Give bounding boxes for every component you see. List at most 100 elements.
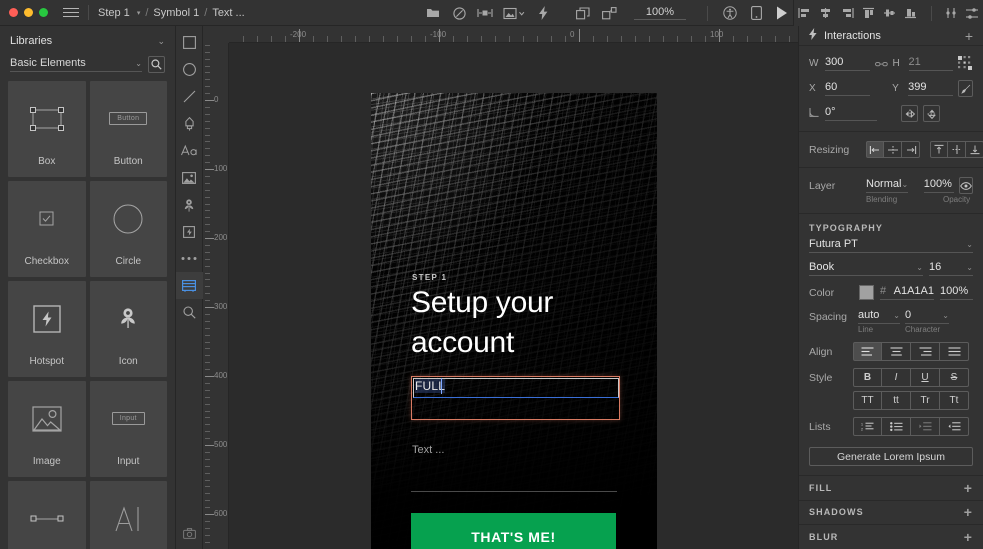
- resize-horizontal-icon[interactable]: [884, 141, 902, 159]
- align-bottom-icon[interactable]: [900, 0, 921, 26]
- generate-lorem-ipsum-button[interactable]: Generate Lorem Ipsum: [809, 447, 973, 466]
- eye-icon[interactable]: [959, 177, 973, 195]
- accessibility-icon[interactable]: [717, 0, 743, 26]
- ordered-list-icon[interactable]: 12: [853, 417, 882, 437]
- indent-increase-icon[interactable]: [911, 417, 940, 437]
- titlecase-button[interactable]: Tr: [911, 391, 940, 411]
- rectangle-tool[interactable]: [176, 29, 203, 56]
- color-opacity-input[interactable]: 100%: [940, 285, 973, 301]
- artboard-subtext[interactable]: Text ...: [412, 444, 444, 456]
- color-hex-input[interactable]: # A1A1A1: [880, 285, 934, 301]
- plus-icon[interactable]: +: [965, 29, 973, 43]
- align-text-justify-icon[interactable]: [940, 342, 969, 362]
- sentencecase-button[interactable]: Tt: [940, 391, 969, 411]
- link-icon[interactable]: [874, 59, 888, 69]
- uppercase-button[interactable]: TT: [853, 391, 882, 411]
- image-tool[interactable]: [176, 164, 203, 191]
- corner-radius-icon[interactable]: [958, 55, 973, 72]
- magic-wand-icon[interactable]: [958, 80, 974, 98]
- library-item-icon[interactable]: Icon: [89, 281, 167, 377]
- pin-right-icon[interactable]: [902, 141, 920, 159]
- device-preview-icon[interactable]: [743, 0, 769, 26]
- library-item-input[interactable]: Input Input: [89, 381, 167, 477]
- library-item-box[interactable]: Box: [8, 81, 86, 177]
- more-tools[interactable]: [176, 245, 203, 272]
- maximize-window-button[interactable]: [39, 8, 48, 17]
- hamburger-icon[interactable]: [63, 8, 79, 17]
- close-window-button[interactable]: [9, 8, 18, 17]
- resize-vertical-icon[interactable]: [948, 141, 966, 159]
- character-spacing-select[interactable]: 0 ⌄: [905, 309, 949, 325]
- blur-section-header[interactable]: BLUR +: [799, 524, 983, 549]
- library-select[interactable]: Basic Elements ⌄: [10, 57, 142, 72]
- canvas-viewport[interactable]: STEP 1 Setup your account FULL Text ... …: [229, 43, 798, 549]
- chevron-down-icon[interactable]: ▾: [137, 9, 141, 17]
- indent-decrease-icon[interactable]: [940, 417, 969, 437]
- library-item-hotspot[interactable]: Hotspot: [8, 281, 86, 377]
- x-input[interactable]: 60: [825, 81, 870, 97]
- y-input[interactable]: 399: [908, 81, 954, 97]
- library-item-circle[interactable]: Circle: [89, 181, 167, 277]
- align-text-right-icon[interactable]: [911, 342, 940, 362]
- fill-section-header[interactable]: FILL +: [799, 474, 983, 500]
- lowercase-button[interactable]: tt: [882, 391, 911, 411]
- align-top-icon[interactable]: [858, 0, 879, 26]
- symbol-tool[interactable]: [175, 272, 203, 299]
- unordered-list-icon[interactable]: [882, 417, 911, 437]
- image-placeholder-icon[interactable]: [498, 0, 530, 26]
- pin-top-icon[interactable]: [930, 141, 948, 159]
- duplicate-icon[interactable]: [570, 0, 596, 26]
- zoom-tool[interactable]: [176, 299, 203, 326]
- canvas-area[interactable]: -200 -100 0 100 200 300 400 500 0 100 200 300 400 50…: [203, 26, 798, 549]
- distribute-settings-icon[interactable]: [962, 0, 983, 26]
- pen-tool[interactable]: [176, 110, 203, 137]
- icon-tool[interactable]: [176, 191, 203, 218]
- line-tool[interactable]: [176, 83, 203, 110]
- height-input[interactable]: 21: [908, 56, 953, 72]
- zoom-level-input[interactable]: 100%: [634, 6, 686, 20]
- breadcrumb-item-symbol[interactable]: Symbol 1: [153, 7, 199, 19]
- italic-button[interactable]: I: [882, 368, 911, 388]
- align-middle-vertical-icon[interactable]: [879, 0, 900, 26]
- strikethrough-button[interactable]: S: [940, 368, 969, 388]
- text-tool[interactable]: [176, 137, 203, 164]
- font-weight-select[interactable]: Book ⌄: [809, 261, 923, 277]
- font-size-select[interactable]: 16 ⌄: [929, 261, 973, 277]
- library-item-button[interactable]: Button Button: [89, 81, 167, 177]
- breadcrumb-item-text[interactable]: Text ...: [212, 7, 244, 19]
- align-text-left-icon[interactable]: [853, 342, 882, 362]
- minimize-window-button[interactable]: [24, 8, 33, 17]
- cta-button[interactable]: THAT'S ME!: [411, 513, 616, 549]
- shadows-section-header[interactable]: SHADOWS +: [799, 499, 983, 525]
- library-item-text[interactable]: Text: [89, 481, 167, 549]
- folder-icon[interactable]: [420, 0, 446, 26]
- library-item-line[interactable]: Line: [8, 481, 86, 549]
- align-center-horizontal-icon[interactable]: [815, 0, 836, 26]
- slash-circle-icon[interactable]: [446, 0, 472, 26]
- plus-icon[interactable]: +: [964, 530, 973, 544]
- bold-button[interactable]: B: [853, 368, 882, 388]
- plus-icon[interactable]: +: [964, 505, 973, 519]
- underline-button[interactable]: U: [911, 368, 940, 388]
- artboard[interactable]: STEP 1 Setup your account FULL Text ... …: [371, 93, 657, 549]
- breadcrumb-item-step[interactable]: Step 1: [98, 7, 130, 19]
- interactions-header[interactable]: Interactions +: [799, 26, 983, 47]
- pin-left-icon[interactable]: [866, 141, 884, 159]
- hotspot-tool[interactable]: [176, 218, 203, 245]
- align-right-icon[interactable]: [837, 0, 858, 26]
- flip-vertical-icon[interactable]: [923, 105, 940, 123]
- pin-bottom-icon[interactable]: [966, 141, 983, 159]
- library-item-checkbox[interactable]: Checkbox: [8, 181, 86, 277]
- flip-horizontal-icon[interactable]: [901, 105, 918, 123]
- chevron-down-icon[interactable]: ⌄: [157, 36, 165, 47]
- library-item-image[interactable]: Image: [8, 381, 86, 477]
- search-icon[interactable]: [148, 56, 165, 73]
- horizontal-ruler[interactable]: -200-1000100200300400500: [203, 26, 798, 43]
- flash-icon[interactable]: [530, 0, 556, 26]
- vertical-ruler[interactable]: 0 100 200 300 400 500 600: [203, 43, 229, 549]
- ellipse-tool[interactable]: [176, 56, 203, 83]
- color-swatch[interactable]: [859, 285, 874, 301]
- symbol-icon[interactable]: [596, 0, 622, 26]
- artboard-capture-icon[interactable]: [176, 520, 203, 547]
- line-spacing-select[interactable]: auto ⌄: [858, 309, 900, 325]
